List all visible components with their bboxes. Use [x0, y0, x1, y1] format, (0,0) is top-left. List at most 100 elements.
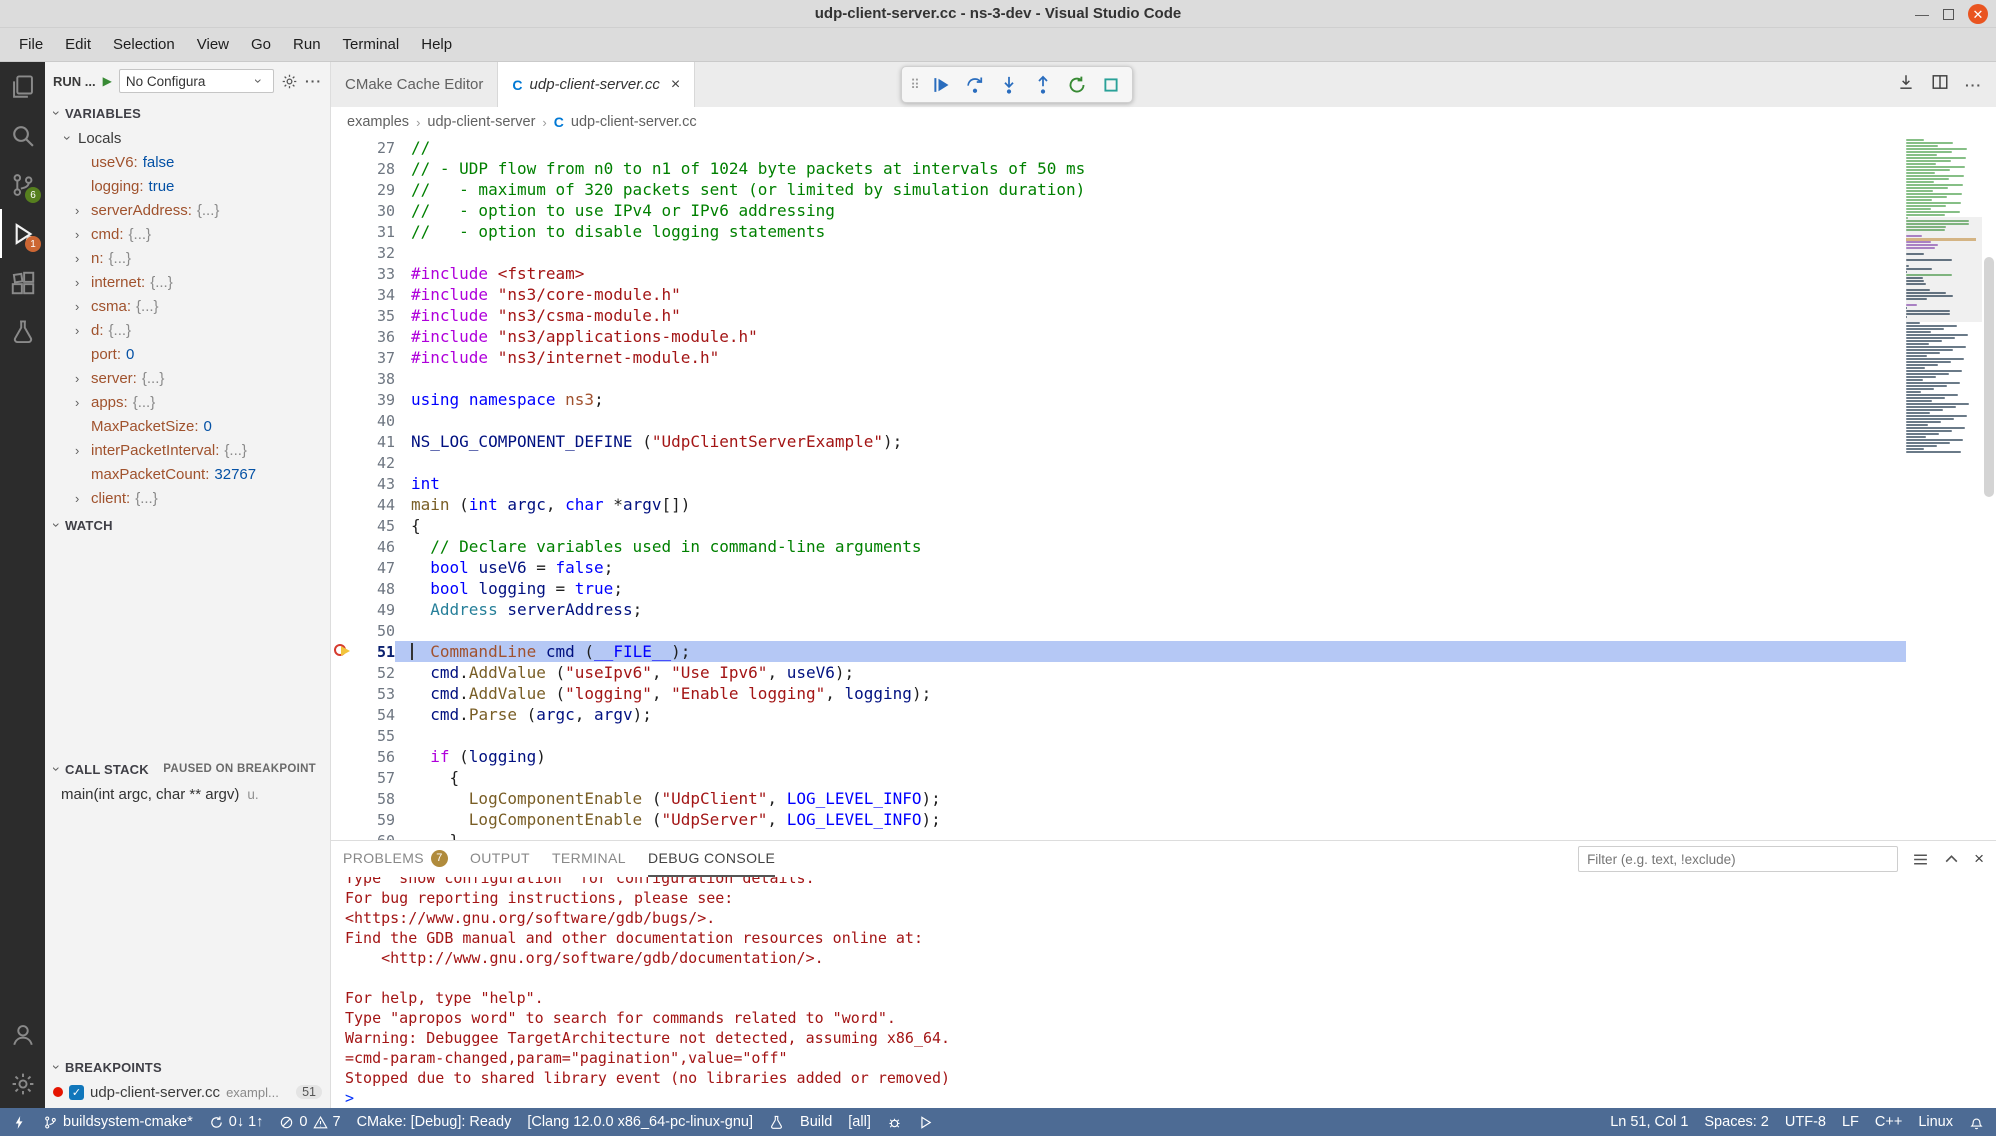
debug-settings-gear-icon[interactable]	[281, 73, 298, 90]
editor-scrollbar[interactable]	[1982, 137, 1996, 840]
account-icon[interactable]	[0, 1010, 45, 1059]
code-line[interactable]: 30// - option to use IPv4 or IPv6 addres…	[331, 200, 1906, 221]
minimap-slider[interactable]	[1906, 217, 1982, 322]
remote-indicator[interactable]	[4, 1108, 35, 1136]
breakpoint-checkbox[interactable]: ✓	[69, 1085, 84, 1100]
explorer-icon[interactable]	[0, 62, 45, 111]
cmake-run-button[interactable]	[910, 1108, 941, 1136]
tab-udp-client-server[interactable]: C udp-client-server.cc ×	[498, 62, 695, 107]
code-line[interactable]: 35#include "ns3/csma-module.h"	[331, 305, 1906, 326]
code-line[interactable]: 40	[331, 410, 1906, 431]
glyph-margin[interactable]	[331, 200, 357, 221]
code-line[interactable]: 46 // Declare variables used in command-…	[331, 536, 1906, 557]
variable-row[interactable]: port:0	[45, 342, 330, 366]
maximize-icon[interactable]	[1943, 9, 1954, 20]
code-line[interactable]: 54 cmd.Parse (argc, argv);	[331, 704, 1906, 725]
cmake-kit[interactable]: [Clang 12.0.0 x86_64-pc-linux-gnu]	[519, 1108, 761, 1136]
extensions-icon[interactable]	[0, 258, 45, 307]
code-line[interactable]: 53 cmd.AddValue ("logging", "Enable logg…	[331, 683, 1906, 704]
step-out-button[interactable]	[1028, 70, 1058, 100]
code-line[interactable]: 29// - maximum of 320 packets sent (or l…	[331, 179, 1906, 200]
glyph-margin[interactable]	[331, 809, 357, 830]
code-line[interactable]: 51 CommandLine cmd (__FILE__);	[331, 641, 1906, 662]
glyph-margin[interactable]	[331, 242, 357, 263]
step-into-button[interactable]	[994, 70, 1024, 100]
glyph-margin[interactable]	[331, 326, 357, 347]
code-line[interactable]: 28// - UDP flow from n0 to n1 of 1024 by…	[331, 158, 1906, 179]
search-icon[interactable]	[0, 111, 45, 160]
glyph-margin[interactable]	[331, 557, 357, 578]
code-line[interactable]: 57 {	[331, 767, 1906, 788]
encoding[interactable]: UTF-8	[1777, 1108, 1834, 1136]
glyph-margin[interactable]	[331, 389, 357, 410]
glyph-margin[interactable]	[331, 620, 357, 641]
code-line[interactable]: 32	[331, 242, 1906, 263]
debug-config-dropdown[interactable]: No Configura ›	[119, 69, 274, 93]
clear-console-icon[interactable]	[1912, 851, 1929, 868]
breadcrumb-folder[interactable]: examples	[347, 114, 409, 130]
glyph-margin[interactable]	[331, 305, 357, 326]
variable-row[interactable]: ›cmd:{...}	[45, 222, 330, 246]
variable-row[interactable]: useV6:false	[45, 150, 330, 174]
code-line[interactable]: 39using namespace ns3;	[331, 389, 1906, 410]
menu-item-terminal[interactable]: Terminal	[332, 32, 411, 57]
glyph-margin[interactable]	[331, 515, 357, 536]
continue-button[interactable]	[926, 70, 956, 100]
stack-frame[interactable]: main(int argc, char ** argv) u.	[45, 782, 330, 806]
variable-row[interactable]: ›d:{...}	[45, 318, 330, 342]
variable-row[interactable]: ›apps:{...}	[45, 390, 330, 414]
code-line[interactable]: 31// - option to disable logging stateme…	[331, 221, 1906, 242]
breadcrumb-folder[interactable]: udp-client-server	[427, 114, 535, 130]
tab-close-icon[interactable]: ×	[671, 76, 680, 94]
menu-item-run[interactable]: Run	[282, 32, 332, 57]
code-line[interactable]: 38	[331, 368, 1906, 389]
code-line[interactable]: 34#include "ns3/core-module.h"	[331, 284, 1906, 305]
run-and-debug-icon[interactable]: 1	[0, 209, 45, 258]
code-line[interactable]: 42	[331, 452, 1906, 473]
eol[interactable]: LF	[1834, 1108, 1867, 1136]
call-stack-section-header[interactable]: › CALL STACK PAUSED ON BREAKPOINT	[45, 756, 330, 782]
menu-item-selection[interactable]: Selection	[102, 32, 186, 57]
git-branch[interactable]: buildsystem-cmake*	[35, 1108, 201, 1136]
variables-section-header[interactable]: › VARIABLES	[45, 100, 330, 126]
sync-changes[interactable]: 0↓ 1↑	[201, 1108, 272, 1136]
code-line[interactable]: 52 cmd.AddValue ("useIpv6", "Use Ipv6", …	[331, 662, 1906, 683]
menu-item-help[interactable]: Help	[410, 32, 463, 57]
tab-output[interactable]: OUTPUT	[470, 841, 530, 877]
cmake-target[interactable]: [all]	[840, 1108, 879, 1136]
breadcrumb[interactable]: examples › udp-client-server › C udp-cli…	[331, 107, 1996, 137]
variable-row[interactable]: ›csma:{...}	[45, 294, 330, 318]
code-line[interactable]: 37#include "ns3/internet-module.h"	[331, 347, 1906, 368]
run-code-icon[interactable]	[1897, 73, 1915, 96]
menu-item-go[interactable]: Go	[240, 32, 282, 57]
code-line[interactable]: 27//	[331, 137, 1906, 158]
ctest-status[interactable]	[761, 1108, 792, 1136]
code-line[interactable]: 47 bool useV6 = false;	[331, 557, 1906, 578]
variable-row[interactable]: ›server:{...}	[45, 366, 330, 390]
stop-button[interactable]	[1096, 70, 1126, 100]
more-actions-icon[interactable]: ···	[305, 73, 322, 89]
code-line[interactable]: 43int	[331, 473, 1906, 494]
glyph-margin[interactable]	[331, 536, 357, 557]
locals-scope[interactable]: › Locals	[45, 126, 330, 150]
cmake-status[interactable]: CMake: [Debug]: Ready	[349, 1108, 520, 1136]
glyph-margin[interactable]	[331, 473, 357, 494]
glyph-margin[interactable]	[331, 347, 357, 368]
code-line[interactable]: 59 LogComponentEnable ("UdpServer", LOG_…	[331, 809, 1906, 830]
start-debug-icon[interactable]: ▶	[103, 74, 112, 88]
glyph-margin[interactable]	[331, 410, 357, 431]
glyph-margin[interactable]	[331, 830, 357, 840]
code-line[interactable]: 33#include <fstream>	[331, 263, 1906, 284]
glyph-margin[interactable]	[331, 662, 357, 683]
glyph-margin[interactable]	[331, 578, 357, 599]
variable-row[interactable]: ›interPacketInterval:{...}	[45, 438, 330, 462]
tab-cmake-cache-editor[interactable]: CMake Cache Editor	[331, 62, 498, 107]
drag-handle[interactable]: ⠿	[908, 77, 922, 93]
debug-console-output[interactable]: Type "show configuration" for configurat…	[331, 877, 1996, 1108]
variable-row[interactable]: MaxPacketSize:0	[45, 414, 330, 438]
source-control-icon[interactable]: 6	[0, 160, 45, 209]
code-line[interactable]: 56 if (logging)	[331, 746, 1906, 767]
console-filter-input[interactable]	[1578, 846, 1898, 872]
language-mode[interactable]: C++	[1867, 1108, 1910, 1136]
glyph-margin[interactable]	[331, 263, 357, 284]
